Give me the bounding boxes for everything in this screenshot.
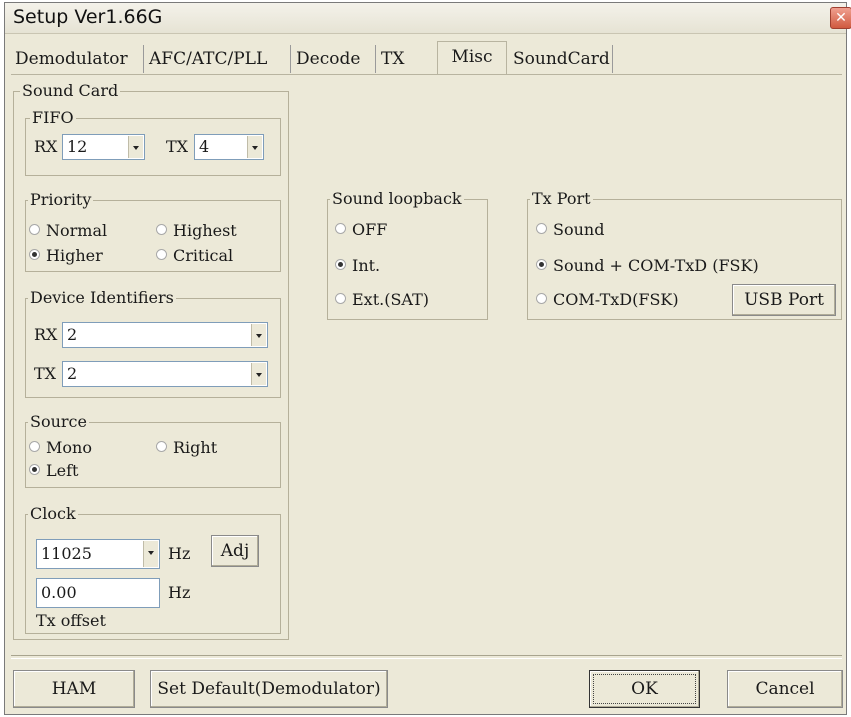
device-tx-select[interactable]: 2	[62, 361, 268, 387]
device-identifiers-legend: Device Identifiers	[28, 288, 176, 308]
tab-decode[interactable]: Decode	[292, 45, 376, 73]
tab-afc-atc-pll[interactable]: AFC/ATC/PLL	[145, 45, 291, 73]
chevron-down-icon[interactable]	[251, 363, 266, 385]
source-group: Source Mono Right Left	[25, 412, 281, 488]
tab-soundcard[interactable]: SoundCard	[509, 45, 613, 73]
priority-highest-radio[interactable]: Highest	[156, 221, 237, 241]
loopback-int-label: Int.	[352, 256, 381, 275]
source-mono-label: Mono	[46, 438, 92, 457]
priority-critical-radio[interactable]: Critical	[156, 246, 233, 266]
device-rx-value: 2	[67, 325, 78, 344]
source-mono-radio[interactable]: Mono	[29, 438, 92, 458]
radio-icon	[335, 223, 346, 234]
clock-unit: Hz	[168, 544, 191, 563]
device-rx-select[interactable]: 2	[62, 322, 268, 348]
device-tx-label: TX	[34, 364, 57, 383]
chevron-down-icon[interactable]	[143, 541, 158, 567]
fifo-tx-label: TX	[166, 137, 189, 156]
tx-port-legend: Tx Port	[530, 189, 593, 209]
radio-selected-icon	[29, 249, 40, 260]
radio-icon	[536, 223, 547, 234]
tab-demodulator[interactable]: Demodulator	[11, 45, 144, 73]
device-rx-label: RX	[34, 325, 58, 344]
ham-button[interactable]: HAM	[13, 670, 135, 708]
fifo-legend: FIFO	[30, 108, 76, 128]
footer-separator	[11, 655, 842, 659]
chevron-down-icon[interactable]	[128, 136, 143, 158]
device-tx-value: 2	[67, 364, 78, 383]
radio-icon	[156, 441, 167, 452]
radio-selected-icon	[335, 259, 346, 270]
cancel-button[interactable]: Cancel	[727, 670, 843, 708]
radio-icon	[156, 224, 167, 235]
source-right-label: Right	[173, 438, 218, 457]
title-bar[interactable]: Setup Ver1.66G ✕	[5, 3, 851, 34]
fifo-group: FIFO RX 12 TX 4	[25, 108, 281, 176]
loopback-int-radio[interactable]: Int.	[335, 256, 380, 276]
close-icon[interactable]: ✕	[830, 7, 851, 29]
radio-icon	[536, 293, 547, 304]
radio-icon	[156, 249, 167, 260]
loopback-ext-radio[interactable]: Ext.(SAT)	[335, 290, 429, 310]
radio-selected-icon	[536, 259, 547, 270]
sound-loopback-legend: Sound loopback	[330, 189, 464, 209]
source-legend: Source	[28, 412, 89, 432]
ok-button[interactable]: OK	[589, 670, 700, 708]
usb-port-button[interactable]: USB Port	[732, 284, 836, 316]
source-left-label: Left	[46, 461, 79, 480]
tx-port-group: Tx Port Sound Sound + COM-TxD (FSK) COM-…	[527, 189, 842, 320]
tab-divider	[11, 74, 842, 75]
radio-icon	[29, 441, 40, 452]
clock-group: Clock 11025 Hz Adj 0.00 Hz Tx offset	[25, 504, 281, 634]
adj-button[interactable]: Adj	[211, 535, 259, 567]
clock-value: 11025	[41, 544, 92, 563]
chevron-down-icon[interactable]	[251, 324, 266, 346]
priority-legend: Priority	[28, 190, 94, 210]
fifo-rx-value: 12	[67, 137, 88, 156]
tx-port-com-radio[interactable]: COM-TxD(FSK)	[536, 290, 679, 310]
fifo-rx-select[interactable]: 12	[62, 134, 145, 160]
radio-selected-icon	[29, 464, 40, 475]
tx-offset-caption: Tx offset	[36, 611, 106, 630]
sound-loopback-group: Sound loopback OFF Int. Ext.(SAT)	[327, 189, 488, 320]
fifo-tx-value: 4	[199, 137, 210, 156]
chevron-down-icon[interactable]	[247, 136, 262, 158]
priority-highest-label: Highest	[173, 221, 237, 240]
loopback-off-label: OFF	[352, 220, 388, 239]
loopback-off-radio[interactable]: OFF	[335, 220, 387, 240]
priority-higher-label: Higher	[46, 246, 103, 265]
radio-icon	[335, 293, 346, 304]
priority-critical-label: Critical	[173, 246, 234, 265]
priority-normal-radio[interactable]: Normal	[29, 221, 107, 241]
clock-legend: Clock	[28, 504, 78, 524]
priority-normal-label: Normal	[46, 221, 108, 240]
window-title: Setup Ver1.66G	[13, 6, 163, 28]
tx-port-sound-label: Sound	[553, 220, 605, 239]
tx-port-sound-radio[interactable]: Sound	[536, 220, 604, 240]
fifo-rx-label: RX	[34, 137, 58, 156]
sound-card-legend: Sound Card	[20, 81, 121, 101]
tx-offset-unit: Hz	[168, 583, 191, 602]
fifo-tx-select[interactable]: 4	[194, 134, 264, 160]
tab-tx[interactable]: TX	[377, 45, 437, 73]
source-left-radio[interactable]: Left	[29, 461, 78, 481]
device-identifiers-group: Device Identifiers RX 2 TX 2	[25, 288, 281, 398]
loopback-ext-label: Ext.(SAT)	[352, 290, 430, 309]
setup-dialog: Setup Ver1.66G ✕ Demodulator AFC/ATC/PLL…	[4, 2, 851, 715]
source-right-radio[interactable]: Right	[156, 438, 217, 458]
clock-select[interactable]: 11025	[36, 539, 160, 569]
tx-offset-input[interactable]: 0.00	[36, 578, 160, 608]
priority-higher-radio[interactable]: Higher	[29, 246, 103, 266]
tx-port-sound-com-label: Sound + COM-TxD (FSK)	[553, 256, 759, 275]
sound-card-group: Sound Card FIFO RX 12 TX 4 Priority Norm…	[13, 81, 289, 640]
set-default-button[interactable]: Set Default(Demodulator)	[150, 670, 388, 708]
radio-icon	[29, 224, 40, 235]
tx-port-sound-com-radio[interactable]: Sound + COM-TxD (FSK)	[536, 256, 759, 276]
tab-misc[interactable]: Misc	[437, 41, 507, 75]
tx-port-com-label: COM-TxD(FSK)	[553, 290, 679, 309]
priority-group: Priority Normal Highest Higher Critical	[25, 190, 281, 272]
